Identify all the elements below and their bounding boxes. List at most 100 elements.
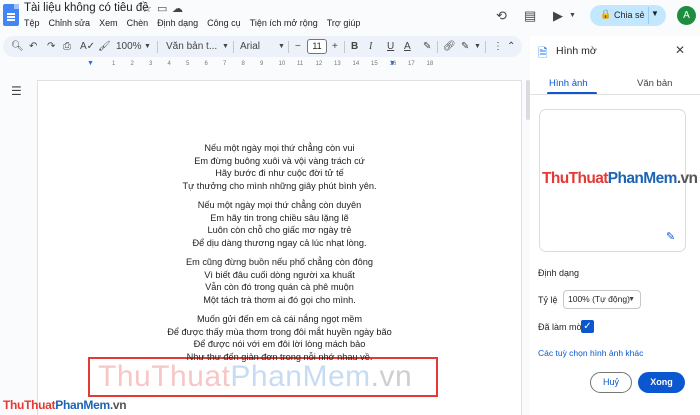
meet-icon[interactable]: ▶ (553, 8, 563, 24)
faded-checkbox[interactable]: ✓ (581, 320, 594, 333)
cloud-saved-icon[interactable]: ☁ (172, 2, 183, 15)
share-divider (648, 7, 649, 24)
poem-line: Một tách trà thơm ai đó gọi cho mình. (203, 294, 356, 305)
history-icon[interactable]: ⟲ (496, 8, 507, 24)
menu-format[interactable]: Định dạng (157, 18, 198, 28)
more-options-icon[interactable]: ⋮ (493, 40, 503, 53)
preview-logo: ThuThuatPhanMem.vn (542, 170, 698, 188)
menu-help[interactable]: Trợ giúp (327, 18, 361, 28)
paint-format-icon[interactable]: 🖌︎ (98, 40, 111, 53)
zoom-select[interactable]: 100% (116, 40, 142, 53)
preview-part1: ThuThuat (542, 170, 608, 187)
ruler-tick: 5 (186, 61, 190, 67)
close-icon[interactable]: ✕ (675, 43, 685, 57)
lock-icon: 🔒 (600, 9, 612, 19)
ruler-tick: 11 (297, 61, 304, 67)
tab-image[interactable]: Hình ảnh (549, 78, 588, 89)
menu-bar: Tệp Chỉnh sửa Xem Chèn Định dạng Công cụ… (24, 18, 369, 28)
tab-text[interactable]: Văn bản (637, 78, 672, 89)
font-chevron-icon[interactable]: ▼ (278, 40, 285, 53)
more-image-options-link[interactable]: Các tuỳ chọn hình ảnh khác (538, 348, 643, 358)
style-select[interactable]: Văn bản t... (166, 40, 217, 53)
cancel-button[interactable]: Huỷ (590, 372, 632, 393)
menu-file[interactable]: Tệp (24, 18, 40, 28)
scale-select[interactable]: 100% (Tự động) ▼ (563, 290, 641, 309)
toolbar-divider (344, 41, 345, 53)
edit-image-icon[interactable]: ✎ (666, 230, 675, 243)
document-outline-icon[interactable]: ☰ (11, 84, 22, 98)
watermark-image: ThuThuatPhanMem.vn (98, 360, 412, 394)
chevron-down-icon[interactable]: ▼ (651, 9, 659, 18)
poem-line: Muốn gửi đến em cả cái nắng ngọt mềm (197, 314, 362, 324)
avatar[interactable]: A (677, 6, 696, 25)
comments-icon[interactable]: ▤ (524, 8, 536, 24)
editing-mode-icon[interactable]: ✎ (461, 40, 469, 53)
left-indent-marker[interactable]: ▼ (87, 60, 94, 67)
menu-edit[interactable]: Chỉnh sửa (49, 18, 91, 28)
watermark-part3: .vn (370, 360, 413, 393)
poem-line: Em cũng đừng buồn nếu phố chẳng còn đông (186, 257, 373, 267)
highlight-icon[interactable]: ✎ (423, 40, 431, 53)
faded-label: Đã làm mờ (538, 322, 583, 332)
top-bar: Tài liệu không có tiêu đề ☆ ▭ ☁ Tệp Chỉn… (0, 0, 700, 34)
search-menus-icon[interactable]: 🔍︎ (11, 40, 24, 53)
font-select[interactable]: Arial (240, 40, 260, 53)
star-icon[interactable]: ☆ (142, 2, 152, 15)
chevron-down-icon: ▼ (628, 296, 635, 303)
poem-line: Tự thưởng cho mình những giây phút bình … (182, 180, 377, 191)
docs-logo-icon[interactable] (3, 4, 19, 26)
underline-icon[interactable]: U (387, 40, 394, 53)
document-title[interactable]: Tài liệu không có tiêu đề (24, 2, 149, 14)
toolbar-divider (485, 41, 486, 53)
watermark-icon: 🗎︎ (538, 46, 548, 60)
poem-line: Để được nói với em đôi lời lòng mách bảo (193, 339, 366, 349)
ruler-tick: 10 (278, 61, 286, 67)
zoom-chevron-icon[interactable]: ▼ (144, 40, 151, 53)
ruler-tick: 14 (352, 61, 360, 67)
menu-extensions[interactable]: Tiện ích mở rộng (250, 18, 318, 28)
style-chevron-icon[interactable]: ▼ (222, 40, 229, 53)
bold-icon[interactable]: B (351, 40, 358, 53)
ruler-tick: 12 (315, 61, 323, 67)
watermark-part2: PhanMem (230, 360, 371, 393)
ruler-tick: 18 (426, 61, 434, 67)
menu-tools[interactable]: Công cụ (207, 18, 241, 28)
print-icon[interactable]: ⎙ (63, 40, 71, 53)
menu-insert[interactable]: Chèn (127, 18, 149, 28)
toolbar-divider (157, 41, 158, 53)
watermark-part1: ThuThuat (98, 360, 231, 393)
ruler-tick: 1 (112, 61, 116, 67)
format-heading: Định dạng (538, 268, 580, 278)
text-color-icon[interactable]: A (404, 40, 411, 53)
menu-view[interactable]: Xem (99, 18, 118, 28)
poem-line: Vẫn còn đó trong quán cà phê muộn (205, 282, 354, 292)
editing-chevron-icon[interactable]: ▼ (474, 40, 481, 53)
undo-icon[interactable]: ↶ (29, 40, 37, 53)
site-logo: ThuThuatPhanMem.vn (3, 398, 127, 412)
increase-font-icon[interactable]: + (332, 40, 338, 53)
site-logo-part3: .vn (109, 398, 127, 412)
poem-line: Hãy bước đi như cuộc đời tử tế (215, 168, 344, 178)
poem-line: Để dịu dàng thương ngay cả lúc nhạt lòng… (192, 237, 367, 248)
ruler-tick: 3 (149, 61, 153, 67)
move-folder-icon[interactable]: ▭ (157, 2, 167, 15)
ruler-tick: 8 (241, 61, 245, 67)
font-size-input[interactable]: 11 (307, 39, 327, 54)
collapse-menus-icon[interactable]: ⌃ (507, 40, 515, 53)
ruler-tick: 2 (130, 61, 134, 67)
meet-dropdown-icon[interactable]: ▼ (569, 12, 576, 19)
tab-divider (530, 94, 700, 95)
decrease-font-icon[interactable]: − (295, 40, 301, 53)
share-button[interactable]: 🔒 Chia sẻ ▼ (590, 5, 666, 26)
done-button[interactable]: Xong (638, 372, 685, 393)
redo-icon[interactable]: ↷ (47, 40, 55, 53)
insert-link-icon[interactable]: 🔗︎ (443, 40, 456, 53)
ruler-tick: 6 (204, 61, 208, 67)
preview-part3: .vn (676, 170, 698, 187)
poem-line: Nếu một ngày mọi thứ chẳng còn vui (204, 143, 355, 153)
ruler[interactable]: ▼ ▼ 1 2 3 4 5 6 7 8 9 10 11 12 13 14 15 16 17 18 (37, 60, 522, 70)
poem-line: Như thư đến giản đơn trong nỗi nhớ nhau … (186, 351, 373, 362)
poem-line: Em hãy tin trong chiều sâu lặng lẽ (210, 212, 349, 223)
italic-icon[interactable]: I (369, 40, 372, 53)
spellcheck-icon[interactable]: A✓ (80, 40, 95, 53)
